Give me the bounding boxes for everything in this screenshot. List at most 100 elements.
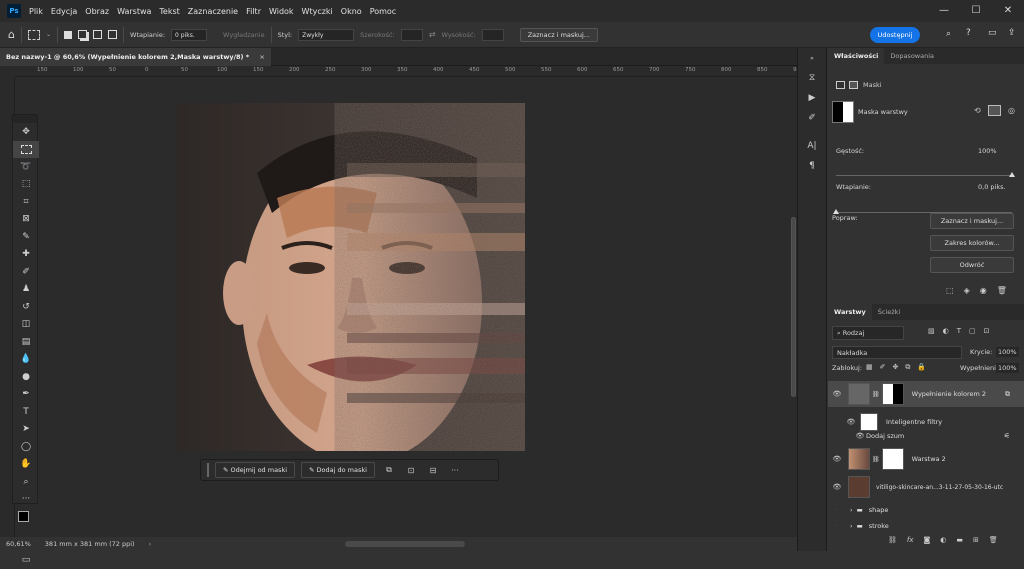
drag-handle[interactable] bbox=[207, 463, 209, 477]
link-icon[interactable]: ⛓ bbox=[872, 391, 880, 398]
more-tools-icon[interactable]: ··· bbox=[13, 491, 39, 509]
minimize-button[interactable]: — bbox=[928, 0, 960, 22]
delete-mask-icon[interactable]: 🗑 bbox=[997, 286, 1007, 295]
eraser-icon[interactable]: ◫ bbox=[13, 316, 39, 334]
height-input[interactable] bbox=[482, 29, 504, 41]
new-selection-icon[interactable] bbox=[64, 31, 72, 39]
invert-mask-icon[interactable]: ⊡ bbox=[403, 466, 419, 475]
subtract-from-mask-button[interactable]: ✎ Odejmij od maski bbox=[215, 462, 295, 478]
scroll-thumb[interactable] bbox=[791, 217, 796, 397]
blend-mode-select[interactable]: Nakładka bbox=[832, 346, 962, 359]
more-options-icon[interactable]: ··· bbox=[447, 466, 463, 475]
menu-item-zaznaczenie[interactable]: Zaznaczenie bbox=[188, 7, 238, 16]
select-pixels-icon[interactable]: ⟲ bbox=[974, 106, 981, 115]
brush-icon[interactable]: ✐ bbox=[13, 263, 39, 281]
mask-feather-value[interactable]: 0,0 piks. bbox=[978, 183, 1006, 191]
layer-row-fill-color-2[interactable]: 👁 ⛓ Wypełnienie kolorem 2 ⧉ bbox=[828, 381, 1024, 407]
toolbar-header[interactable] bbox=[13, 115, 37, 123]
menu-item-wtyczki[interactable]: Wtyczki bbox=[302, 7, 333, 16]
layer-name[interactable]: Wypełnienie kolorem 2 bbox=[912, 390, 986, 398]
new-group-icon[interactable]: ▬ bbox=[956, 536, 963, 544]
filter-adjustment-icon[interactable]: ◐ bbox=[943, 327, 949, 335]
zoom-level[interactable]: 60,61% bbox=[6, 540, 31, 548]
home-icon[interactable]: ⌂ bbox=[8, 28, 15, 41]
share-icon[interactable]: ⇪ bbox=[1008, 28, 1016, 38]
workspace-icon[interactable]: ▭ bbox=[988, 28, 997, 38]
color-range-button[interactable]: Zakres kolorów... bbox=[930, 235, 1014, 251]
apply-pixel-mask-icon[interactable] bbox=[988, 105, 1001, 116]
lock-artboard-icon[interactable]: ⧉ bbox=[905, 363, 910, 372]
opacity-input[interactable]: 100% bbox=[996, 347, 1019, 357]
filter-pixel-icon[interactable]: ▨ bbox=[928, 327, 935, 335]
layer-name[interactable]: vitiligo-skincare-an...3-11-27-05-30-16-… bbox=[876, 484, 1003, 491]
layer-filter-select[interactable]: ⌕ Rodzaj bbox=[832, 326, 904, 340]
ellipse-icon[interactable]: ◯ bbox=[13, 438, 39, 456]
object-selection-icon[interactable]: ⬚ bbox=[13, 176, 39, 194]
layer-mask-thumbnail[interactable] bbox=[882, 383, 904, 405]
vertical-scrollbar[interactable] bbox=[790, 77, 797, 537]
density-value[interactable]: 100% bbox=[978, 147, 997, 155]
character-icon[interactable]: A| bbox=[798, 136, 826, 156]
invert-button[interactable]: Odwróć bbox=[930, 257, 1014, 273]
brush-settings-icon[interactable]: ✐ bbox=[798, 108, 826, 128]
link-icon[interactable]: ⛓ bbox=[872, 456, 880, 463]
style-select[interactable]: Zwykły bbox=[298, 29, 354, 41]
add-to-mask-button[interactable]: ✎ Dodaj do maski bbox=[301, 462, 375, 478]
expand-chevron-icon[interactable]: › bbox=[850, 522, 853, 530]
width-input[interactable] bbox=[401, 29, 423, 41]
type-icon[interactable]: T bbox=[13, 403, 39, 421]
chevron-down-icon[interactable]: ⌄ bbox=[46, 31, 51, 38]
history-icon[interactable]: ⧖ bbox=[798, 68, 826, 88]
subtract-selection-icon[interactable] bbox=[93, 30, 102, 39]
lasso-icon[interactable]: ➰ bbox=[13, 158, 39, 176]
menu-item-obraz[interactable]: Obraz bbox=[85, 7, 109, 16]
filter-options-icon[interactable]: ⚟ bbox=[1004, 432, 1010, 440]
paragraph-icon[interactable]: ¶ bbox=[798, 156, 826, 176]
visibility-eye-icon[interactable]: · bbox=[828, 506, 846, 514]
menu-item-pomoc[interactable]: Pomoc bbox=[370, 7, 397, 16]
hand-icon[interactable]: ✋ bbox=[13, 456, 39, 474]
document-tab[interactable]: Bez nazwy-1 @ 60,6% (Wypełnienie kolorem… bbox=[0, 48, 271, 66]
filter-smart-icon[interactable]: ⊡ bbox=[984, 327, 990, 335]
foreground-color-swatch[interactable] bbox=[18, 511, 29, 522]
expand-chevron-icon[interactable]: › bbox=[850, 506, 853, 514]
move-tool-icon[interactable]: ✥ bbox=[13, 123, 39, 141]
rectangular-marquee-icon[interactable] bbox=[13, 141, 39, 159]
menu-item-plik[interactable]: Plik bbox=[29, 7, 43, 16]
layer-row-stroke-group[interactable]: · › ▬ stroke bbox=[828, 518, 1024, 534]
blur-icon[interactable]: 💧 bbox=[13, 351, 39, 369]
select-and-mask-panel-button[interactable]: Zaznacz i maskuj... bbox=[930, 213, 1014, 229]
search-icon[interactable]: ⌕ bbox=[946, 29, 951, 39]
help-icon[interactable]: ? bbox=[966, 28, 971, 38]
eyedropper-icon[interactable]: ✎ bbox=[13, 228, 39, 246]
zoom-icon[interactable]: ⌕ bbox=[13, 473, 39, 491]
fill-input[interactable]: 100% bbox=[996, 363, 1019, 373]
add-mask-icon[interactable]: ◙ bbox=[924, 536, 931, 544]
menu-item-filtr[interactable]: Filtr bbox=[246, 7, 261, 16]
horizontal-scrollbar[interactable] bbox=[345, 541, 465, 547]
menu-item-edycja[interactable]: Edycja bbox=[51, 7, 77, 16]
color-swatches[interactable] bbox=[13, 508, 39, 534]
intersect-selection-icon[interactable] bbox=[108, 30, 117, 39]
tab-layers[interactable]: Warstwy bbox=[828, 304, 872, 320]
lock-transparency-icon[interactable]: ▦ bbox=[866, 363, 873, 372]
density-slider-knob[interactable] bbox=[1009, 172, 1015, 177]
filter-name[interactable]: Dodaj szum bbox=[866, 432, 904, 440]
close-window-button[interactable]: ✕ bbox=[992, 0, 1024, 22]
dodge-icon[interactable]: ● bbox=[13, 368, 39, 386]
visibility-eye-icon[interactable]: 👁 bbox=[842, 418, 860, 426]
disable-mask-icon[interactable]: ◎ bbox=[1008, 106, 1015, 115]
tab-adjustments[interactable]: Dopasowania bbox=[884, 48, 940, 64]
healing-brush-icon[interactable]: ✚ bbox=[13, 246, 39, 264]
vector-mask-icon[interactable] bbox=[849, 81, 858, 89]
path-selection-icon[interactable]: ➤ bbox=[13, 421, 39, 439]
link-layers-icon[interactable]: ⛓ bbox=[888, 536, 897, 544]
new-layer-icon[interactable]: ⊞ bbox=[973, 536, 979, 544]
gradient-icon[interactable]: ▤ bbox=[13, 333, 39, 351]
add-selection-icon[interactable] bbox=[78, 30, 87, 39]
group-name[interactable]: shape bbox=[869, 506, 889, 514]
document-canvas[interactable] bbox=[177, 103, 525, 451]
adjustment-layer-icon[interactable]: ◐ bbox=[940, 536, 946, 544]
visibility-eye-icon[interactable]: · bbox=[828, 522, 846, 530]
mask-options-icon[interactable]: ⧉ bbox=[381, 465, 397, 475]
